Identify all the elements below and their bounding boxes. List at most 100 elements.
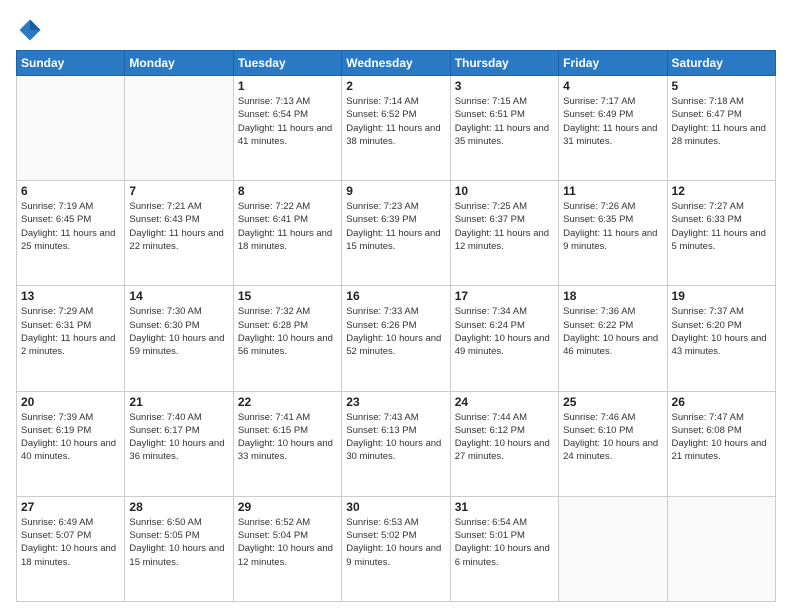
day-number: 28 xyxy=(129,500,228,514)
cell-info: Sunrise: 7:29 AM Sunset: 6:31 PM Dayligh… xyxy=(21,305,120,358)
day-number: 4 xyxy=(563,79,662,93)
day-number: 30 xyxy=(346,500,445,514)
day-number: 20 xyxy=(21,395,120,409)
day-number: 25 xyxy=(563,395,662,409)
calendar-cell: 24 Sunrise: 7:44 AM Sunset: 6:12 PM Dayli… xyxy=(450,391,558,496)
day-number: 7 xyxy=(129,184,228,198)
calendar-cell: 19 Sunrise: 7:37 AM Sunset: 6:20 PM Dayli… xyxy=(667,286,775,391)
calendar-cell: 31Sunrise: 6:54 AM Sunset: 5:01 PM Dayli… xyxy=(450,496,558,601)
weekday-header-saturday: Saturday xyxy=(667,51,775,76)
cell-info: Sunrise: 7:37 AM Sunset: 6:20 PM Dayligh… xyxy=(672,305,771,358)
week-row-4: 20 Sunrise: 7:39 AM Sunset: 6:19 PM Dayli… xyxy=(17,391,776,496)
calendar-cell: 23 Sunrise: 7:43 AM Sunset: 6:13 PM Dayli… xyxy=(342,391,450,496)
calendar-cell: 17Sunrise: 7:34 AM Sunset: 6:24 PM Dayli… xyxy=(450,286,558,391)
cell-info: Sunrise: 7:27 AM Sunset: 6:33 PM Dayligh… xyxy=(672,200,771,253)
day-number: 27 xyxy=(21,500,120,514)
cell-info: Sunrise: 7:39 AM Sunset: 6:19 PM Dayligh… xyxy=(21,411,120,464)
day-number: 24 xyxy=(455,395,554,409)
cell-info: Sunrise: 7:14 AM Sunset: 6:52 PM Dayligh… xyxy=(346,95,445,148)
calendar-cell: 13 Sunrise: 7:29 AM Sunset: 6:31 PM Dayli… xyxy=(17,286,125,391)
cell-info: Sunrise: 7:44 AM Sunset: 6:12 PM Dayligh… xyxy=(455,411,554,464)
calendar-cell: 22Sunrise: 7:41 AM Sunset: 6:15 PM Dayli… xyxy=(233,391,341,496)
day-number: 6 xyxy=(21,184,120,198)
day-number: 14 xyxy=(129,289,228,303)
weekday-header-friday: Friday xyxy=(559,51,667,76)
calendar-cell: 15Sunrise: 7:32 AM Sunset: 6:28 PM Dayli… xyxy=(233,286,341,391)
week-row-5: 27 Sunrise: 6:49 AM Sunset: 5:07 PM Dayli… xyxy=(17,496,776,601)
weekday-header-thursday: Thursday xyxy=(450,51,558,76)
day-number: 21 xyxy=(129,395,228,409)
calendar-cell xyxy=(667,496,775,601)
calendar-cell: 26 Sunrise: 7:47 AM Sunset: 6:08 PM Dayli… xyxy=(667,391,775,496)
weekday-header-row: SundayMondayTuesdayWednesdayThursdayFrid… xyxy=(17,51,776,76)
cell-info: Sunrise: 7:41 AM Sunset: 6:15 PM Dayligh… xyxy=(238,411,337,464)
day-number: 16 xyxy=(346,289,445,303)
day-number: 23 xyxy=(346,395,445,409)
cell-info: Sunrise: 7:23 AM Sunset: 6:39 PM Dayligh… xyxy=(346,200,445,253)
cell-info: Sunrise: 7:40 AM Sunset: 6:17 PM Dayligh… xyxy=(129,411,228,464)
cell-info: Sunrise: 7:43 AM Sunset: 6:13 PM Dayligh… xyxy=(346,411,445,464)
cell-info: Sunrise: 7:34 AM Sunset: 6:24 PM Dayligh… xyxy=(455,305,554,358)
cell-info: Sunrise: 7:26 AM Sunset: 6:35 PM Dayligh… xyxy=(563,200,662,253)
calendar-table: SundayMondayTuesdayWednesdayThursdayFrid… xyxy=(16,50,776,602)
calendar-cell: 21 Sunrise: 7:40 AM Sunset: 6:17 PM Dayli… xyxy=(125,391,233,496)
cell-info: Sunrise: 7:17 AM Sunset: 6:49 PM Dayligh… xyxy=(563,95,662,148)
cell-info: Sunrise: 6:52 AM Sunset: 5:04 PM Dayligh… xyxy=(238,516,337,569)
day-number: 12 xyxy=(672,184,771,198)
cell-info: Sunrise: 6:49 AM Sunset: 5:07 PM Dayligh… xyxy=(21,516,120,569)
cell-info: Sunrise: 6:54 AM Sunset: 5:01 PM Dayligh… xyxy=(455,516,554,569)
day-number: 9 xyxy=(346,184,445,198)
calendar-cell: 6 Sunrise: 7:19 AM Sunset: 6:45 PM Daylig… xyxy=(17,181,125,286)
cell-info: Sunrise: 7:46 AM Sunset: 6:10 PM Dayligh… xyxy=(563,411,662,464)
day-number: 26 xyxy=(672,395,771,409)
calendar-cell: 9 Sunrise: 7:23 AM Sunset: 6:39 PM Daylig… xyxy=(342,181,450,286)
day-number: 10 xyxy=(455,184,554,198)
week-row-2: 6 Sunrise: 7:19 AM Sunset: 6:45 PM Daylig… xyxy=(17,181,776,286)
cell-info: Sunrise: 7:13 AM Sunset: 6:54 PM Dayligh… xyxy=(238,95,337,148)
weekday-header-sunday: Sunday xyxy=(17,51,125,76)
day-number: 11 xyxy=(563,184,662,198)
calendar-cell xyxy=(125,76,233,181)
calendar-cell: 2Sunrise: 7:14 AM Sunset: 6:52 PM Daylig… xyxy=(342,76,450,181)
calendar-cell: 1 Sunrise: 7:13 AM Sunset: 6:54 PM Daylig… xyxy=(233,76,341,181)
day-number: 18 xyxy=(563,289,662,303)
header xyxy=(16,12,776,44)
calendar-cell: 28 Sunrise: 6:50 AM Sunset: 5:05 PM Dayli… xyxy=(125,496,233,601)
calendar-cell xyxy=(559,496,667,601)
calendar-cell: 7 Sunrise: 7:21 AM Sunset: 6:43 PM Daylig… xyxy=(125,181,233,286)
calendar-cell: 5 Sunrise: 7:18 AM Sunset: 6:47 PM Daylig… xyxy=(667,76,775,181)
calendar-cell: 20 Sunrise: 7:39 AM Sunset: 6:19 PM Dayli… xyxy=(17,391,125,496)
day-number: 1 xyxy=(238,79,337,93)
logo xyxy=(16,16,48,44)
calendar-cell: 11 Sunrise: 7:26 AM Sunset: 6:35 PM Dayli… xyxy=(559,181,667,286)
calendar-cell: 29Sunrise: 6:52 AM Sunset: 5:04 PM Dayli… xyxy=(233,496,341,601)
calendar-cell: 10Sunrise: 7:25 AM Sunset: 6:37 PM Dayli… xyxy=(450,181,558,286)
cell-info: Sunrise: 7:15 AM Sunset: 6:51 PM Dayligh… xyxy=(455,95,554,148)
cell-info: Sunrise: 6:50 AM Sunset: 5:05 PM Dayligh… xyxy=(129,516,228,569)
day-number: 19 xyxy=(672,289,771,303)
day-number: 8 xyxy=(238,184,337,198)
day-number: 15 xyxy=(238,289,337,303)
cell-info: Sunrise: 7:19 AM Sunset: 6:45 PM Dayligh… xyxy=(21,200,120,253)
cell-info: Sunrise: 7:22 AM Sunset: 6:41 PM Dayligh… xyxy=(238,200,337,253)
day-number: 13 xyxy=(21,289,120,303)
calendar-cell: 4 Sunrise: 7:17 AM Sunset: 6:49 PM Daylig… xyxy=(559,76,667,181)
day-number: 5 xyxy=(672,79,771,93)
cell-info: Sunrise: 7:47 AM Sunset: 6:08 PM Dayligh… xyxy=(672,411,771,464)
week-row-1: 1 Sunrise: 7:13 AM Sunset: 6:54 PM Daylig… xyxy=(17,76,776,181)
weekday-header-tuesday: Tuesday xyxy=(233,51,341,76)
logo-icon xyxy=(16,16,44,44)
calendar-cell: 18 Sunrise: 7:36 AM Sunset: 6:22 PM Dayli… xyxy=(559,286,667,391)
weekday-header-monday: Monday xyxy=(125,51,233,76)
day-number: 3 xyxy=(455,79,554,93)
cell-info: Sunrise: 7:36 AM Sunset: 6:22 PM Dayligh… xyxy=(563,305,662,358)
cell-info: Sunrise: 7:21 AM Sunset: 6:43 PM Dayligh… xyxy=(129,200,228,253)
weekday-header-wednesday: Wednesday xyxy=(342,51,450,76)
calendar-cell: 27 Sunrise: 6:49 AM Sunset: 5:07 PM Dayli… xyxy=(17,496,125,601)
cell-info: Sunrise: 7:33 AM Sunset: 6:26 PM Dayligh… xyxy=(346,305,445,358)
calendar-cell: 14 Sunrise: 7:30 AM Sunset: 6:30 PM Dayli… xyxy=(125,286,233,391)
calendar-cell: 3 Sunrise: 7:15 AM Sunset: 6:51 PM Daylig… xyxy=(450,76,558,181)
calendar-cell: 8 Sunrise: 7:22 AM Sunset: 6:41 PM Daylig… xyxy=(233,181,341,286)
cell-info: Sunrise: 7:30 AM Sunset: 6:30 PM Dayligh… xyxy=(129,305,228,358)
cell-info: Sunrise: 7:18 AM Sunset: 6:47 PM Dayligh… xyxy=(672,95,771,148)
